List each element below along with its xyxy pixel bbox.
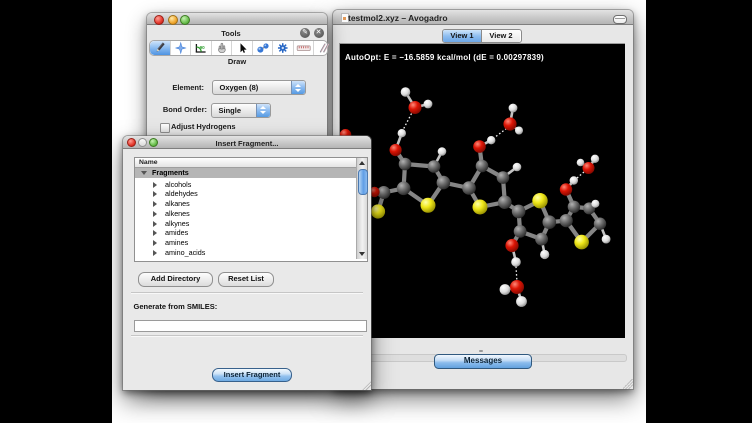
svg-text:90: 90 [200, 45, 206, 50]
